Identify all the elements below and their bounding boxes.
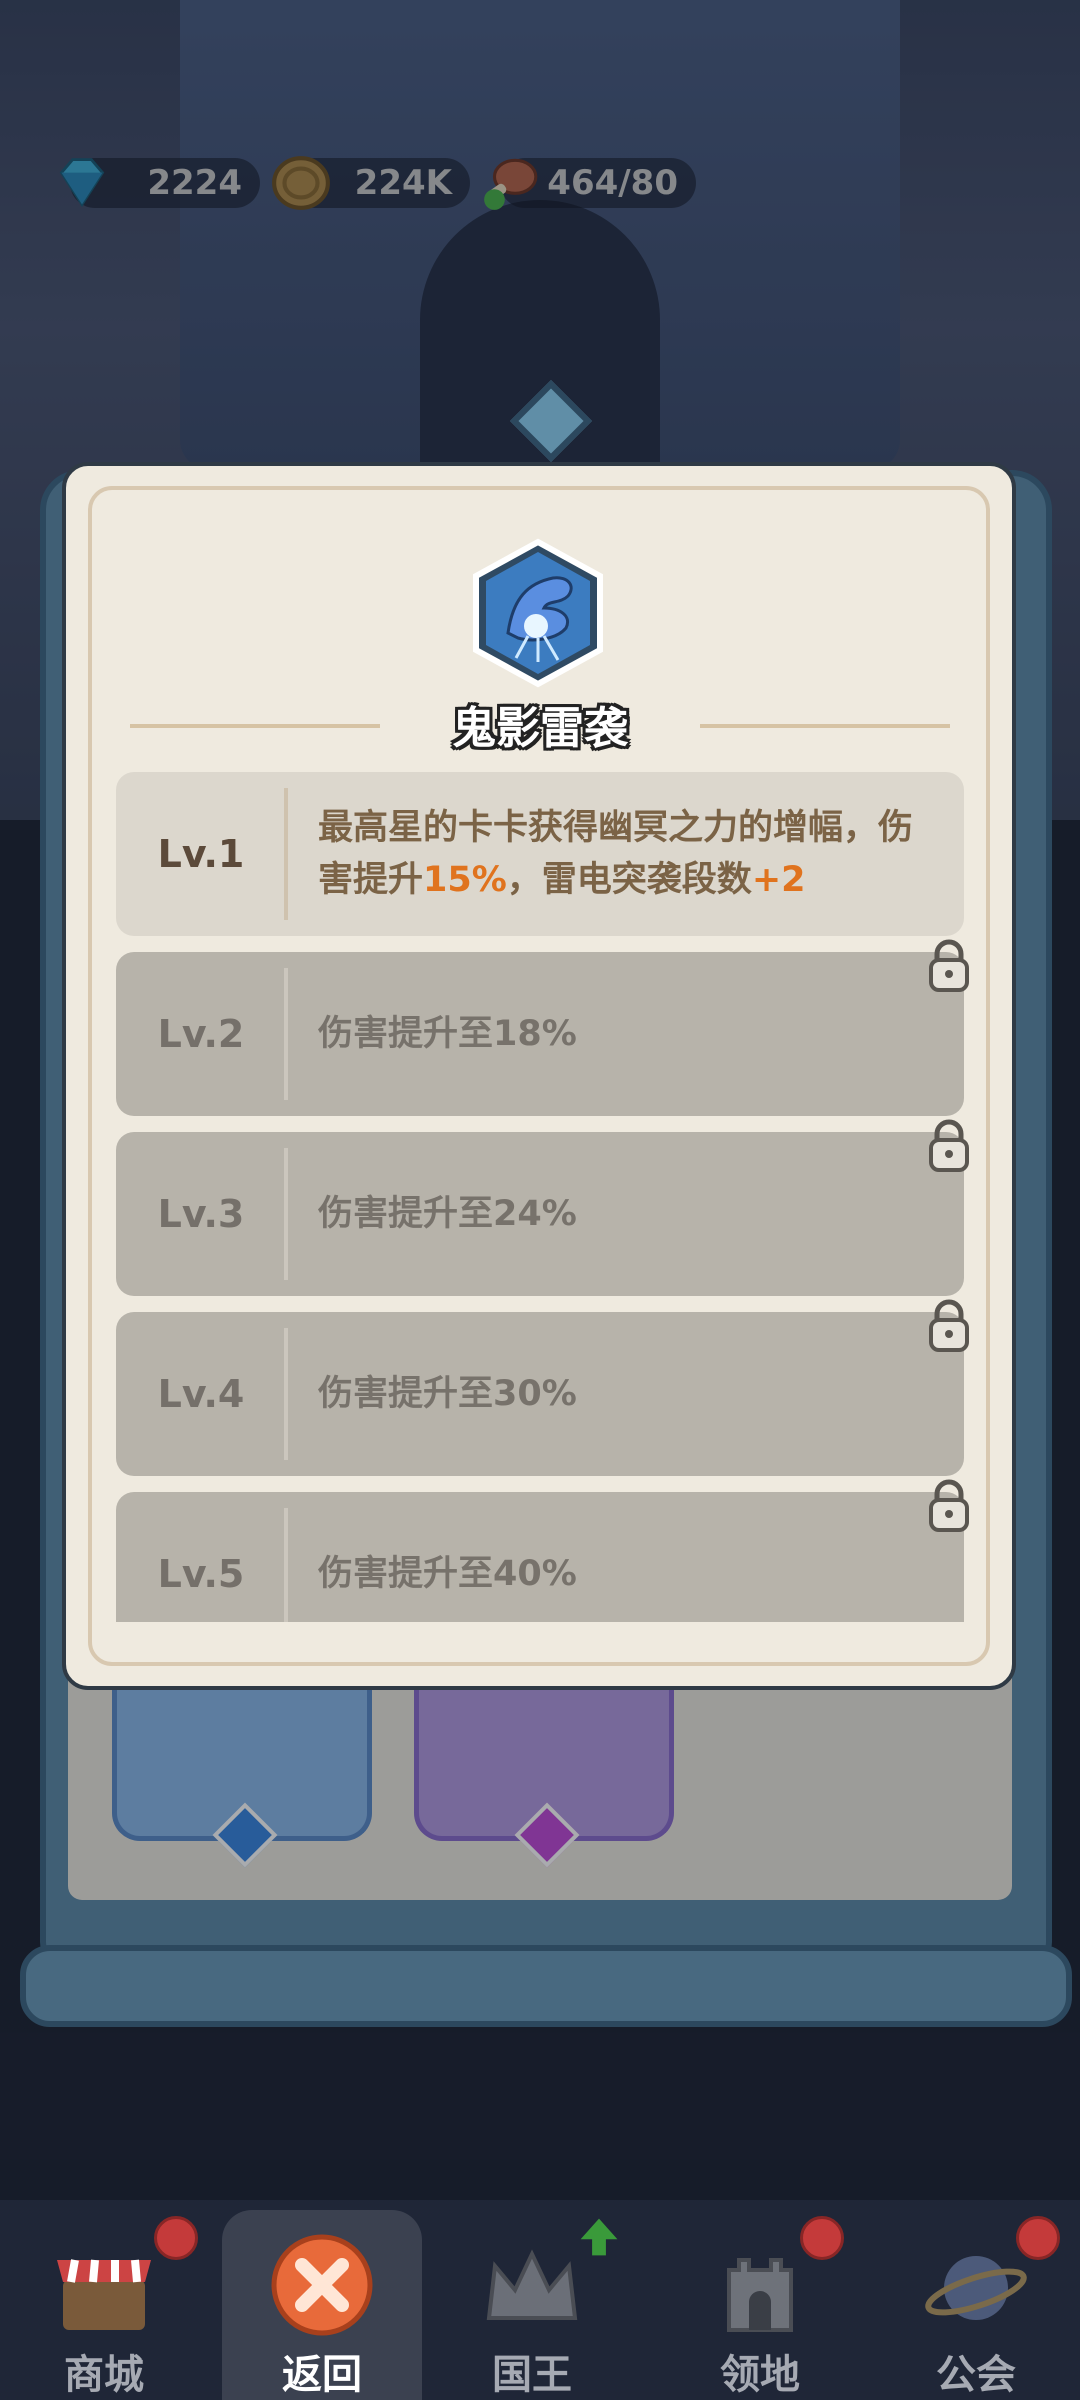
level-label: Lv.3 [157, 1192, 245, 1236]
level-label: Lv.5 [157, 1552, 245, 1596]
level-description: 最高星的卡卡获得幽冥之力的增幅，伤害提升15%，雷电突袭段数+2 [318, 808, 914, 900]
level-row-5: Lv.5 伤害提升至40% [116, 1492, 964, 1622]
diamond-count: 2224 [147, 163, 242, 203]
level-description: 伤害提升至18% [318, 1014, 577, 1054]
stamina-counter: 464/80 [484, 158, 696, 210]
nav-label: 返回 [282, 2352, 362, 2398]
diamond-counter: 2224 [59, 158, 260, 208]
skill-title: 鬼影雷袭 [452, 703, 628, 754]
crown-icon [486, 2249, 578, 2320]
level-description: 伤害提升至40% [318, 1554, 577, 1594]
lock-icon [929, 1479, 969, 1532]
level-label: Lv.2 [157, 1012, 245, 1056]
level-description: 伤害提升至30% [318, 1374, 577, 1414]
coin-count: 224K [354, 163, 452, 203]
hero-card-blue[interactable] [112, 1680, 372, 1868]
notification-dot [1016, 2216, 1060, 2260]
nav-territory[interactable]: 领地 [660, 2210, 860, 2400]
nav-guild[interactable]: 公会 [876, 2210, 1076, 2400]
lock-icon [929, 1299, 969, 1352]
level-row-3: Lv.3 伤害提升至24% [116, 1132, 964, 1296]
coin-icon [272, 156, 330, 210]
nav-king[interactable]: 国王 [432, 2210, 632, 2400]
lock-icon [929, 939, 969, 992]
nav-label: 商城 [64, 2352, 144, 2398]
close-icon [271, 2234, 373, 2336]
level-label: Lv.4 [157, 1372, 245, 1416]
coin-counter: 224K [272, 156, 470, 210]
hero-card-purple[interactable] [414, 1680, 674, 1868]
nav-label: 国王 [492, 2352, 572, 2398]
shop-icon [57, 2259, 151, 2330]
level-description: 伤害提升至24% [318, 1194, 577, 1234]
nav-label: 领地 [720, 2352, 800, 2398]
hand-lightning-icon [473, 538, 603, 688]
nav-shop[interactable]: 商城 [4, 2210, 204, 2400]
castle-icon [727, 2258, 793, 2332]
skill-level-list[interactable]: Lv.1 最高星的卡卡获得幽冥之力的增幅，伤害提升15%，雷电突袭段数+2 Lv… [116, 772, 964, 1622]
stamina-count: 464/80 [547, 163, 678, 203]
planet-icon [925, 2256, 1027, 2320]
lock-icon [929, 1119, 969, 1172]
nav-back[interactable]: 返回 [222, 2210, 422, 2400]
notification-dot [154, 2216, 198, 2260]
level-row-4: Lv.4 伤害提升至30% [116, 1312, 964, 1476]
meat-icon [484, 158, 538, 210]
level-label: Lv.1 [157, 832, 245, 876]
level-row-2: Lv.2 伤害提升至18% [116, 952, 964, 1116]
nav-label: 公会 [936, 2352, 1016, 2398]
diamond-icon [59, 158, 105, 207]
upgrade-arrow-icon [580, 2218, 618, 2256]
level-row-1: Lv.1 最高星的卡卡获得幽冥之力的增幅，伤害提升15%，雷电突袭段数+2 [116, 772, 964, 936]
notification-dot [800, 2216, 844, 2260]
